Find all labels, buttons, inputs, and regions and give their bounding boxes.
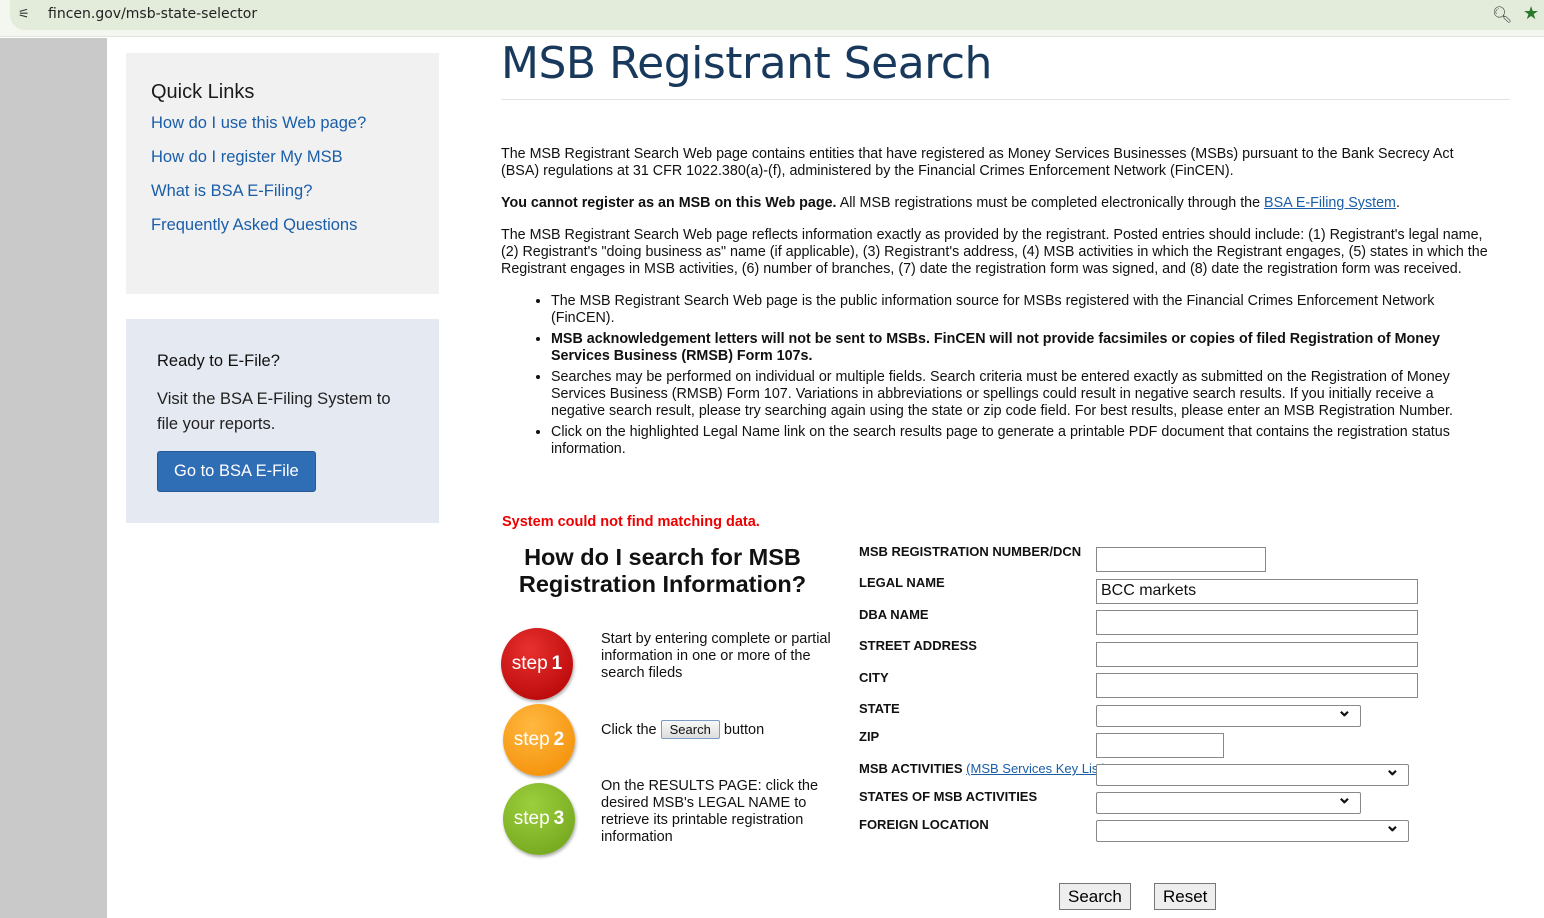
intro-content: The MSB Registrant Search Web page conta…: [501, 146, 1491, 462]
states-activities-select[interactable]: [1096, 787, 1361, 814]
go-to-efile-button[interactable]: Go to BSA E-File: [157, 451, 316, 492]
warning-text: You cannot register as an MSB on this We…: [501, 195, 1491, 212]
step-1-badge: step 1: [501, 628, 573, 700]
warning-rest: All MSB registrations must be completed …: [836, 195, 1265, 211]
label-states-activities: STATES OF MSB ACTIVITIES: [859, 789, 1038, 804]
how-to-title: How do I search for MSB Registration Inf…: [518, 544, 807, 597]
inline-search-button-image: Search: [660, 720, 720, 739]
activities-label-text: MSB ACTIVITIES: [859, 761, 963, 776]
list-item: Searches may be performed on individual …: [551, 369, 1491, 420]
intro-text: The MSB Registrant Search Web page conta…: [501, 146, 1454, 179]
warning-end: .: [1395, 195, 1400, 211]
link-what-is-efiling[interactable]: What is BSA E-Filing?: [151, 182, 414, 201]
label-zip: ZIP: [859, 729, 880, 744]
label-dba-name: DBA NAME: [859, 607, 929, 622]
efile-text: Visit the BSA E-Filing System to file yo…: [157, 390, 391, 433]
quick-links-panel: Quick Links How do I use this Web page? …: [126, 53, 439, 294]
bookmark-star-icon[interactable]: ★: [1523, 3, 1539, 24]
details-text: The MSB Registrant Search Web page refle…: [501, 227, 1488, 277]
foreign-location-select[interactable]: [1096, 815, 1409, 842]
step-2-text: Click the Search button: [601, 720, 861, 739]
step-word: step: [511, 653, 548, 674]
page-title: MSB Registrant Search: [501, 38, 992, 89]
step-number: 3: [553, 808, 565, 829]
label-reg-number: MSB REGISTRATION NUMBER/DCN: [859, 544, 1082, 559]
step-1-text: Start by entering complete or partial in…: [601, 631, 831, 681]
label-street: STREET ADDRESS: [859, 638, 977, 653]
city-input[interactable]: [1096, 673, 1418, 698]
quick-links-title: Quick Links: [151, 81, 255, 103]
site-settings-icon[interactable]: ⚟: [18, 6, 38, 24]
error-message: System could not find matching data.: [502, 514, 760, 530]
label-foreign: FOREIGN LOCATION: [859, 817, 989, 832]
link-register-msb[interactable]: How do I register My MSB: [151, 148, 414, 167]
list-item: The MSB Registrant Search Web page is th…: [551, 293, 1491, 327]
search-button[interactable]: Search: [1059, 883, 1131, 910]
reset-button[interactable]: Reset: [1154, 883, 1217, 910]
label-state: STATE: [859, 701, 900, 716]
info-list: The MSB Registrant Search Web page is th…: [551, 293, 1491, 458]
divider: [501, 99, 1510, 100]
efile-panel: Ready to E-File? Visit the BSA E-Filing …: [126, 319, 439, 523]
step-2-before: Click the: [601, 722, 657, 738]
link-how-to-use[interactable]: How do I use this Web page?: [151, 114, 414, 133]
step-number: 2: [553, 729, 565, 750]
reg-number-input[interactable]: [1096, 547, 1266, 572]
step-2-badge: step 2: [503, 704, 575, 776]
state-select[interactable]: [1096, 700, 1361, 727]
efile-title: Ready to E-File?: [157, 352, 280, 370]
step-word: step: [513, 729, 550, 750]
link-faq[interactable]: Frequently Asked Questions: [151, 216, 414, 235]
label-activities: MSB ACTIVITIES (MSB Services Key List): [859, 761, 1106, 776]
activities-select[interactable]: [1096, 759, 1409, 786]
street-input[interactable]: [1096, 642, 1418, 667]
msb-services-key-link[interactable]: (MSB Services Key List): [966, 761, 1106, 776]
dba-name-input[interactable]: [1096, 610, 1418, 635]
list-item: MSB acknowledgement letters will not be …: [551, 331, 1491, 365]
left-gutter: [0, 38, 107, 918]
step-3-text: On the RESULTS PAGE: click the desired M…: [601, 778, 819, 845]
bsa-efiling-link[interactable]: BSA E-Filing System: [1264, 195, 1396, 211]
zip-input[interactable]: [1096, 733, 1224, 758]
zoom-icon[interactable]: 🔍︎: [1492, 5, 1512, 25]
url-text[interactable]: fincen.gov/msb-state-selector: [48, 6, 257, 22]
label-legal-name: LEGAL NAME: [859, 575, 945, 590]
step-3-badge: step 3: [503, 783, 575, 855]
step-2-after: button: [723, 722, 765, 738]
warning-bold: You cannot register as an MSB on this We…: [501, 195, 837, 211]
label-city: CITY: [859, 670, 889, 685]
list-item: Click on the highlighted Legal Name link…: [551, 424, 1491, 458]
legal-name-input[interactable]: BCC markets: [1096, 579, 1418, 604]
step-number: 1: [551, 653, 563, 674]
step-word: step: [513, 808, 550, 829]
